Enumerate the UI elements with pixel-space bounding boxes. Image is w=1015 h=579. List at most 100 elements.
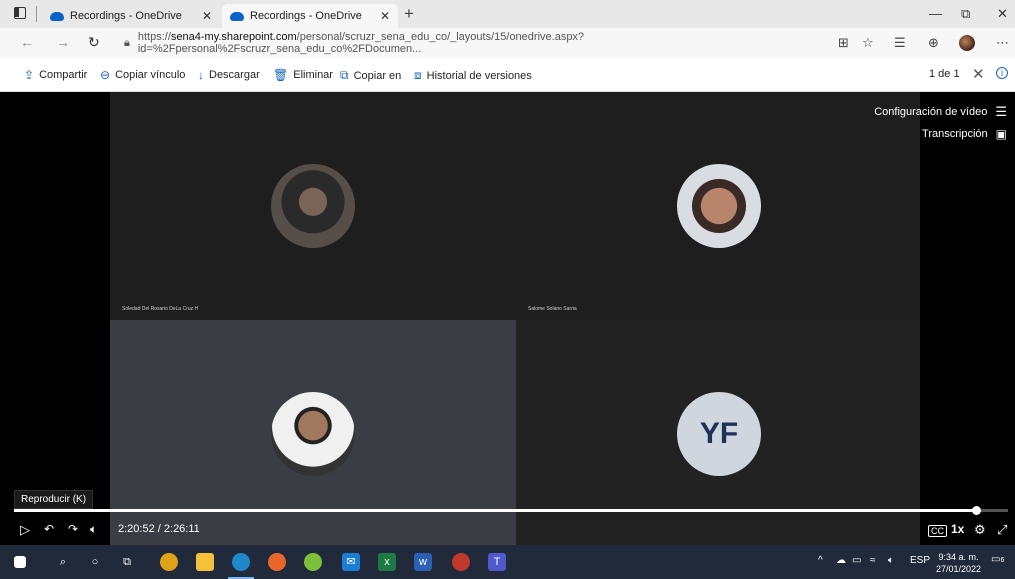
history-icon: ⧈ [414, 68, 422, 82]
chrome-icon[interactable] [160, 553, 178, 571]
file-explorer-icon[interactable] [196, 553, 214, 571]
mail-icon[interactable]: ✉ [342, 553, 360, 571]
close-window-button[interactable]: ✕ [997, 6, 1008, 22]
maximize-button[interactable]: ⧉ [961, 6, 970, 22]
settings-icon: ☰ [995, 104, 1007, 119]
task-view-icon[interactable]: ⧉ [118, 553, 136, 571]
new-tab-button[interactable]: + [404, 4, 414, 24]
share-label: Compartir [39, 69, 88, 81]
page-counter: 1 de 1 [929, 68, 960, 80]
participant-avatar [271, 392, 355, 476]
excel-icon[interactable]: x [378, 553, 396, 571]
speaker-icon[interactable]: 🔈︎ [888, 555, 894, 566]
more-menu-icon[interactable]: ⋯ [996, 35, 1009, 51]
link-icon: ⊖ [100, 68, 111, 82]
delete-icon: 🗑 [273, 68, 289, 82]
play-tooltip: Reproducir (K) [14, 490, 94, 509]
minimize-button[interactable]: — [929, 6, 942, 21]
search-icon[interactable]: ⌕ [54, 553, 72, 571]
clock[interactable]: 9:34 a. m. 27/01/2022 [936, 551, 981, 575]
green-app-icon[interactable] [304, 553, 322, 571]
windows-start-icon[interactable] [14, 556, 26, 568]
forward-button[interactable]: → [56, 34, 70, 50]
tab-recordings-1[interactable]: Recordings - OneDrive ✕ [42, 4, 220, 28]
refresh-button[interactable]: ↻ [88, 34, 100, 51]
captions-button[interactable]: CC [928, 525, 947, 537]
browser-tab-bar: Recordings - OneDrive ✕ Recordings - One… [0, 0, 1015, 28]
participant-avatar [677, 164, 761, 248]
share-button[interactable]: ⇪ Compartir [24, 68, 87, 82]
participant-avatar [271, 164, 355, 248]
command-bar: ⇪ Compartir ⊖ Copiar vínculo ↓ Descargar… [0, 58, 1015, 92]
forward-10-button[interactable]: ↷ [68, 522, 78, 536]
transcript-icon: ▣ [995, 127, 1007, 141]
immersive-reader-icon[interactable]: ⊞ [838, 35, 849, 51]
version-history-button[interactable]: ⧈ Historial de versiones [414, 68, 532, 83]
tab-separator [36, 6, 37, 22]
wifi-icon[interactable]: ≈ [870, 555, 876, 566]
version-history-label: Historial de versiones [426, 69, 532, 82]
language-indicator[interactable]: ESP [910, 555, 930, 566]
onedrive-icon [50, 11, 64, 21]
current-time: 2:20:52 [118, 523, 155, 535]
copy-link-button[interactable]: ⊖ Copiar vínculo [100, 68, 185, 82]
edge-icon[interactable] [228, 553, 254, 579]
copy-link-label: Copiar vínculo [115, 69, 186, 81]
copy-to-button[interactable]: ⧉ Copiar en [340, 68, 401, 83]
onedrive-tray-icon[interactable]: ☁ [836, 555, 846, 566]
gear-icon[interactable]: ⚙ [974, 522, 986, 538]
notification-count: 6 [1000, 557, 1005, 564]
tab-close-icon[interactable]: ✕ [380, 9, 390, 23]
fullscreen-icon[interactable]: ⤢ [997, 522, 1007, 538]
url-text: https://sena4-my.sharepoint.com/personal… [137, 31, 585, 55]
seek-bar-fill [14, 509, 977, 512]
favorites-icon[interactable]: ☰ [894, 35, 906, 51]
chevron-up-icon[interactable]: ^ [818, 555, 823, 566]
tab-close-icon[interactable]: ✕ [202, 9, 212, 23]
clock-time: 9:34 a. m. [938, 552, 979, 562]
seek-bar[interactable] [14, 506, 1008, 515]
profile-avatar[interactable] [959, 35, 975, 51]
back-button[interactable]: ← [20, 34, 34, 50]
firefox-icon[interactable] [268, 553, 286, 571]
tab-actions-icon[interactable] [14, 7, 26, 19]
video-settings-button[interactable]: Configuración de vídeo ☰ [874, 104, 1007, 120]
download-button[interactable]: ↓ Descargar [198, 68, 260, 82]
transcript-label: Transcripción [922, 128, 988, 140]
time-display: 2:20:52 / 2:26:11 [118, 523, 200, 535]
word-icon[interactable]: w [414, 553, 432, 571]
transcript-button[interactable]: Transcripción ▣ [922, 127, 1007, 141]
play-button[interactable]: ▷ [20, 522, 30, 538]
tab-recordings-2[interactable]: Recordings - OneDrive ✕ [222, 4, 398, 28]
delete-button[interactable]: 🗑 Eliminar [273, 68, 333, 82]
address-bar: ← → ↻ 🔒︎ https://sena4-my.sharepoint.com… [0, 28, 1015, 58]
volume-icon[interactable]: 🔈︎ [90, 522, 97, 537]
close-viewer-icon[interactable]: ✕ [972, 65, 985, 83]
participant-initials-avatar: YF [677, 392, 761, 476]
chrome-profile-icon[interactable] [452, 553, 470, 571]
teams-icon[interactable]: T [488, 553, 506, 571]
copy-icon: ⧉ [340, 68, 349, 82]
collections-icon[interactable]: ⊕ [928, 35, 939, 51]
speed-button[interactable]: 1x [951, 522, 964, 536]
clock-date: 27/01/2022 [936, 564, 982, 574]
video-player[interactable]: Soledad Del Rosario DeLa Cruz H Salome S… [0, 92, 1015, 545]
favorite-add-icon[interactable]: ☆ [862, 35, 874, 51]
url-field[interactable]: 🔒︎ https://sena4-my.sharepoint.com/perso… [118, 31, 832, 55]
cortana-icon[interactable]: ○ [86, 553, 104, 571]
download-label: Descargar [209, 69, 260, 81]
copy-to-label: Copiar en [353, 69, 402, 82]
rewind-10-button[interactable]: ↶ [44, 522, 54, 536]
participant-tile: Soledad Del Rosario DeLa Cruz H [110, 92, 516, 320]
download-icon: ↓ [198, 68, 204, 82]
network-icon[interactable]: ▭ [852, 555, 861, 566]
tab-title: Recordings - OneDrive [250, 10, 362, 22]
notification-icon[interactable]: ▭6 [991, 554, 1005, 568]
tab-title: Recordings - OneDrive [70, 10, 182, 22]
video-settings-label: Configuración de vídeo [874, 106, 988, 118]
delete-label: Eliminar [293, 69, 333, 81]
participant-tile: Salome Solano Sarria [516, 92, 920, 320]
participant-name: Soledad Del Rosario DeLa Cruz H [122, 306, 199, 312]
info-icon[interactable]: i [996, 67, 1008, 79]
share-icon: ⇪ [24, 68, 35, 82]
